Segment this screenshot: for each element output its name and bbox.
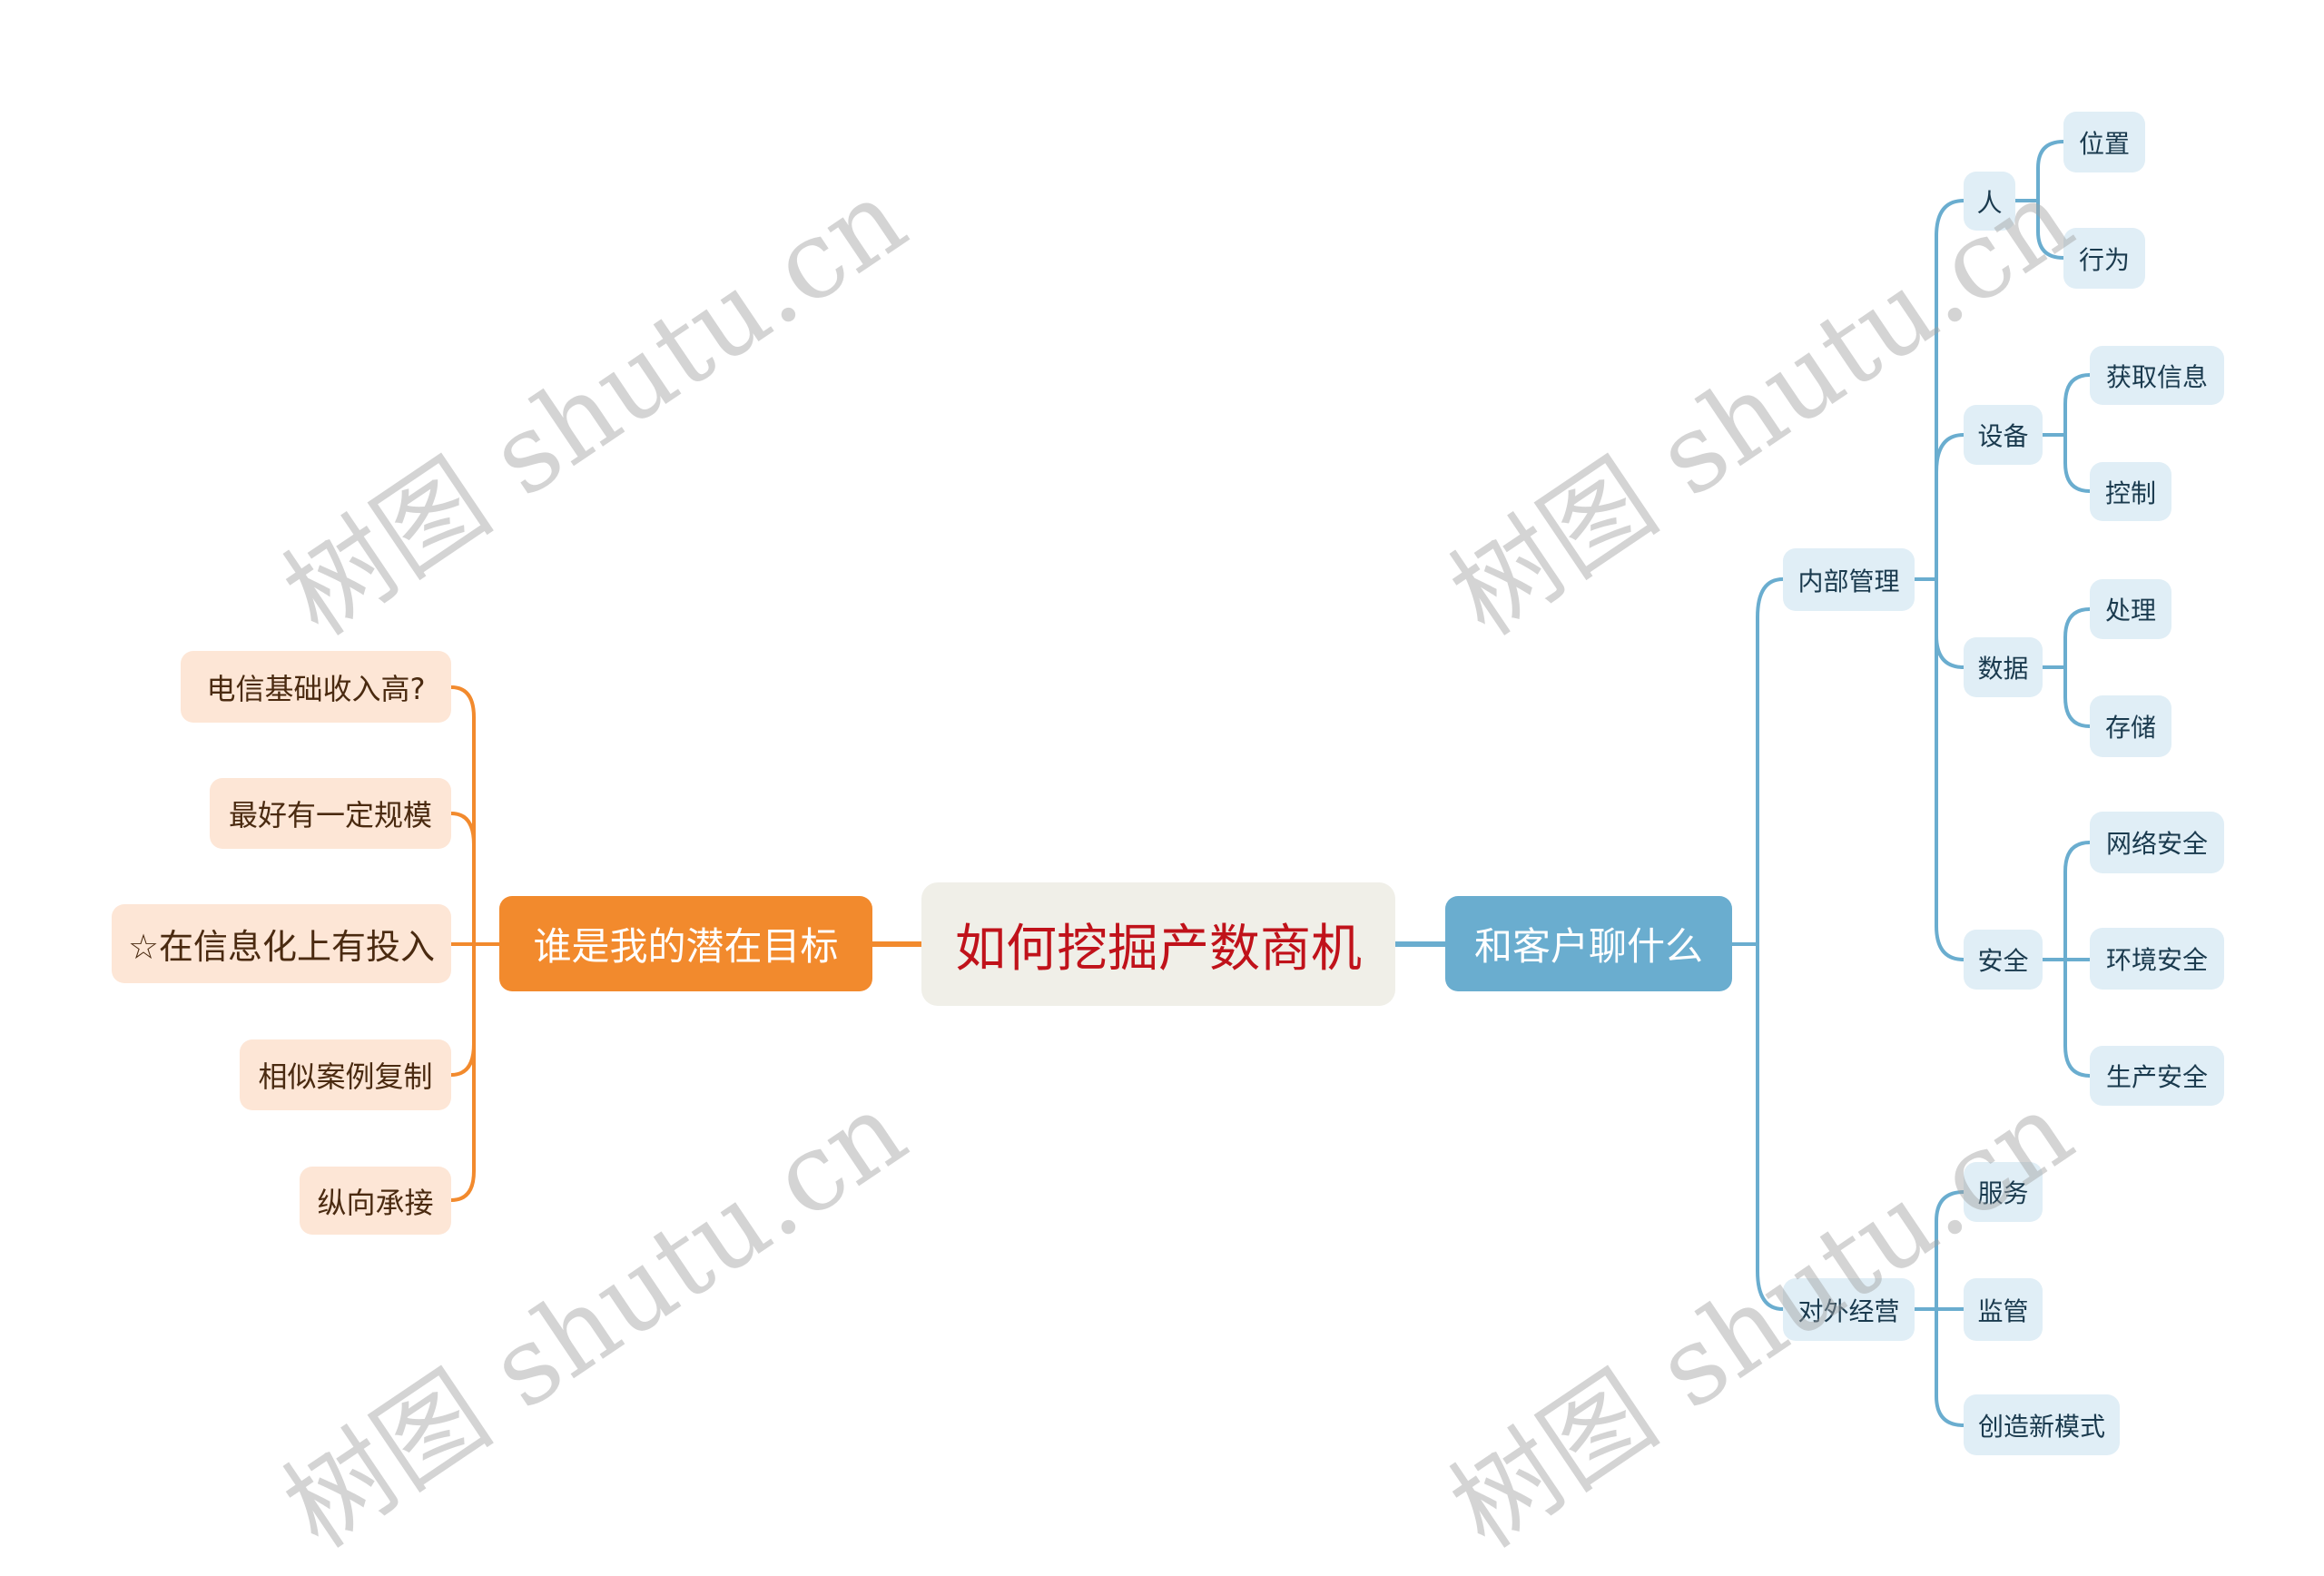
root-node[interactable]: 如何挖掘产数商机	[921, 882, 1395, 1006]
leaf-get-info[interactable]: 获取信息	[2090, 346, 2224, 405]
leaf-network-security[interactable]: 网络安全	[2090, 812, 2224, 873]
link-people-behavior	[2036, 199, 2065, 260]
link-external-newmodel	[1935, 1307, 1965, 1427]
leaf-scale[interactable]: 最好有一定规模	[210, 778, 451, 849]
link-internal-device	[1935, 433, 1965, 581]
link-internal-people	[1935, 199, 1965, 581]
link-data-store	[2063, 665, 2092, 728]
leaf-control[interactable]: 控制	[2090, 462, 2171, 521]
node-internal-management[interactable]: 内部管理	[1783, 548, 1915, 611]
link-security-production	[2063, 958, 2092, 1078]
leaf-storage[interactable]: 存储	[2090, 695, 2171, 757]
link-right-internal	[1756, 577, 1785, 946]
leaf-location[interactable]: 位置	[2063, 112, 2145, 172]
link-device-info	[2063, 373, 2092, 437]
leaf-production-security[interactable]: 生产安全	[2090, 1046, 2224, 1106]
link-internal-data	[1935, 577, 1965, 669]
link-data-process	[2063, 607, 2092, 669]
leaf-new-model[interactable]: 创造新模式	[1964, 1394, 2120, 1455]
link-device-control	[2063, 433, 2092, 493]
node-people[interactable]: 人	[1964, 172, 2015, 231]
leaf-service[interactable]: 服务	[1964, 1162, 2043, 1222]
link-left-4	[449, 942, 476, 1077]
node-external-operations[interactable]: 对外经营	[1783, 1278, 1915, 1341]
link-internal-security	[1935, 577, 1965, 961]
leaf-it-investment[interactable]: ☆在信息化上有投入	[112, 904, 451, 983]
branch-talk-topics[interactable]: 和客户聊什么	[1445, 896, 1732, 991]
link-security-network	[2063, 841, 2092, 961]
link-left-2	[449, 812, 476, 946]
leaf-process[interactable]: 处理	[2090, 579, 2171, 639]
leaf-behavior[interactable]: 行为	[2063, 228, 2145, 289]
leaf-environment-security[interactable]: 环境安全	[2090, 928, 2224, 990]
leaf-vertical[interactable]: 纵向承接	[300, 1167, 451, 1235]
node-data[interactable]: 数据	[1964, 637, 2043, 697]
leaf-similar-cases[interactable]: 相似案例复制	[240, 1039, 451, 1110]
node-device[interactable]: 设备	[1964, 405, 2043, 465]
leaf-regulation[interactable]: 监管	[1964, 1278, 2043, 1341]
node-security[interactable]: 安全	[1964, 930, 2043, 990]
leaf-telecom-income[interactable]: 电信基础收入高?	[181, 651, 451, 723]
link-right-external	[1756, 942, 1785, 1311]
branch-potential-targets[interactable]: 谁是我的潜在目标	[499, 896, 872, 991]
link-external-service	[1935, 1190, 1965, 1311]
link-people-location	[2036, 140, 2065, 202]
